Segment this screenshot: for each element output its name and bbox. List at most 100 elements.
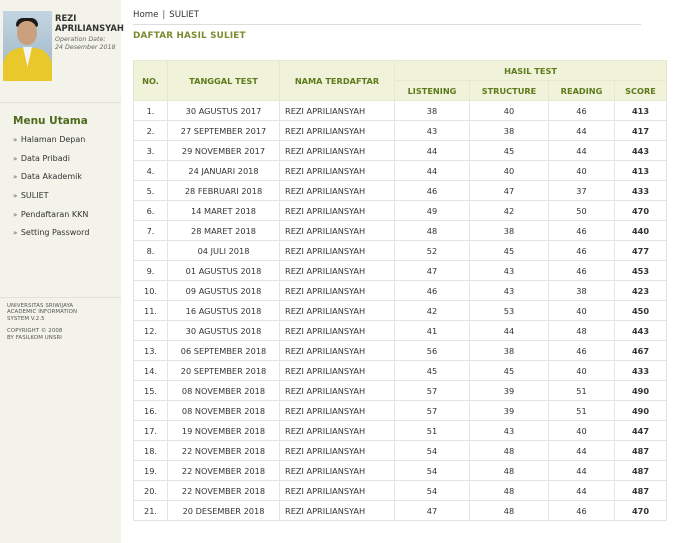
header-name: NAMA TERDAFTAR — [279, 60, 395, 101]
cell-date: 08 NOVEMBER 2018 — [167, 400, 280, 421]
table-row: 14. 20 SEPTEMBER 2018 REZI APRILIANSYAH 45 4… — [133, 360, 668, 381]
cell-reading: 46 — [548, 100, 615, 121]
sidebar-footer: Universitas Sriwijaya Academic Informati… — [7, 303, 119, 341]
cell-name: REZI APRILIANSYAH — [279, 500, 395, 521]
cell-date: 14 MARET 2018 — [167, 200, 280, 221]
cell-no: 13. — [133, 340, 168, 361]
cell-reading: 51 — [548, 400, 615, 421]
header-score: SCORE — [613, 80, 668, 101]
cell-structure: 40 — [469, 160, 549, 181]
cell-date: 04 JULI 2018 — [167, 240, 280, 261]
cell-name: REZI APRILIANSYAH — [279, 160, 395, 181]
cell-score: 487 — [613, 440, 668, 461]
cell-reading: 51 — [548, 380, 615, 401]
menu-item-label: Data Akademik — [20, 172, 83, 182]
cell-score: 453 — [613, 260, 668, 281]
cell-no: 11. — [133, 300, 168, 321]
menu-item-data-akademik[interactable]: » Data Akademik — [13, 172, 89, 191]
cell-listening: 44 — [394, 160, 470, 181]
cell-no: 19. — [133, 460, 168, 481]
cell-structure: 42 — [469, 200, 549, 221]
cell-structure: 48 — [469, 480, 549, 501]
cell-score: 413 — [613, 160, 668, 181]
cell-structure: 39 — [469, 380, 549, 401]
cell-no: 5. — [133, 180, 168, 201]
menu-item-label: Halaman Depan — [20, 135, 86, 144]
breadcrumb-current: SULIET — [169, 10, 200, 20]
table-row: 5. 28 FEBRUARI 2018 REZI APRILIANSYAH 46 47 3… — [133, 180, 668, 201]
cell-structure: 43 — [469, 280, 549, 301]
cell-no: 16. — [133, 400, 168, 421]
cell-reading: 44 — [548, 440, 615, 461]
menu-item-halaman-depan[interactable]: » Halaman Depan — [13, 135, 89, 154]
cell-listening: 44 — [394, 140, 470, 161]
cell-listening: 47 — [394, 500, 470, 521]
breadcrumb-home-link[interactable]: Home — [133, 10, 158, 20]
cell-no: 18. — [133, 440, 168, 461]
cell-score: 417 — [613, 120, 668, 141]
cell-listening: 54 — [394, 440, 470, 461]
cell-score: 477 — [613, 240, 668, 261]
cell-structure: 47 — [469, 180, 549, 201]
cell-no: 6. — [133, 200, 168, 221]
cell-name: REZI APRILIANSYAH — [279, 480, 395, 501]
cell-name: REZI APRILIANSYAH — [279, 400, 395, 421]
cell-reading: 44 — [548, 140, 615, 161]
cell-date: 30 AGUSTUS 2017 — [167, 100, 280, 121]
cell-date: 24 JANUARI 2018 — [167, 160, 280, 181]
cell-structure: 43 — [469, 260, 549, 281]
cell-listening: 57 — [394, 400, 470, 421]
cell-no: 2. — [133, 120, 168, 141]
main-menu: » Halaman Depan » Data Pribadi » Data Ak… — [13, 135, 89, 247]
menu-item-suliet[interactable]: » SULIET — [13, 191, 89, 210]
cell-reading: 40 — [548, 160, 615, 181]
cell-score: 467 — [613, 340, 668, 361]
cell-reading: 44 — [548, 460, 615, 481]
table-row: 2. 27 SEPTEMBER 2017 REZI APRILIANSYAH 43 38… — [133, 120, 668, 141]
operation-date-label: Operation Date: — [55, 36, 106, 43]
cell-reading: 46 — [548, 340, 615, 361]
cell-listening: 45 — [394, 360, 470, 381]
cell-reading: 50 — [548, 200, 615, 221]
table-row: 4. 24 JANUARI 2018 REZI APRILIANSYAH 44 40 40… — [133, 160, 668, 181]
table-row: 21. 20 DESEMBER 2018 REZI APRILIANSYAH 47 48… — [133, 500, 668, 521]
table-row: 7. 28 MARET 2018 REZI APRILIANSYAH 48 38 46 44… — [133, 220, 668, 241]
header-listening: LISTENING — [394, 80, 470, 101]
cell-structure: 38 — [469, 220, 549, 241]
cell-name: REZI APRILIANSYAH — [279, 240, 395, 261]
page-title: DAFTAR HASIL SULIET — [133, 31, 246, 41]
cell-no: 12. — [133, 320, 168, 341]
cell-date: 30 AGUSTUS 2018 — [167, 320, 280, 341]
cell-score: 470 — [613, 200, 668, 221]
cell-score: 433 — [613, 180, 668, 201]
cell-date: 01 AGUSTUS 2018 — [167, 260, 280, 281]
main-content: Home | SULIET DAFTAR HASIL SULIET NO. TANG… — [121, 0, 673, 543]
cell-name: REZI APRILIANSYAH — [279, 300, 395, 321]
menu-item-pendaftaran-kkn[interactable]: » Pendaftaran KKN — [13, 210, 89, 229]
cell-structure: 53 — [469, 300, 549, 321]
cell-listening: 46 — [394, 280, 470, 301]
cell-reading: 46 — [548, 260, 615, 281]
menu-item-data-pribadi[interactable]: » Data Pribadi — [13, 154, 89, 173]
suliet-results-table: NO. TANGGAL TEST NAMA TERDAFTAR HASIL TE… — [133, 60, 668, 521]
chevron-right-icon: » — [13, 173, 18, 182]
cell-date: 20 DESEMBER 2018 — [167, 500, 280, 521]
table-row: 10. 09 AGUSTUS 2018 REZI APRILIANSYAH 46 43 3… — [133, 280, 668, 301]
cell-listening: 52 — [394, 240, 470, 261]
header-date: TANGGAL TEST — [167, 60, 280, 101]
cell-listening: 42 — [394, 300, 470, 321]
cell-score: 443 — [613, 140, 668, 161]
cell-no: 17. — [133, 420, 168, 441]
sidebar-divider — [0, 102, 121, 103]
cell-name: REZI APRILIANSYAH — [279, 100, 395, 121]
menu-item-setting-password[interactable]: » Setting Password — [13, 228, 89, 247]
table-row: 18. 22 NOVEMBER 2018 REZI APRILIANSYAH 54 48… — [133, 440, 668, 461]
profile-photo — [3, 11, 52, 81]
cell-reading: 38 — [548, 280, 615, 301]
cell-date: 27 SEPTEMBER 2017 — [167, 120, 280, 141]
cell-reading: 37 — [548, 180, 615, 201]
cell-date: 06 SEPTEMBER 2018 — [167, 340, 280, 361]
cell-name: REZI APRILIANSYAH — [279, 320, 395, 341]
cell-listening: 48 — [394, 220, 470, 241]
cell-score: 450 — [613, 300, 668, 321]
